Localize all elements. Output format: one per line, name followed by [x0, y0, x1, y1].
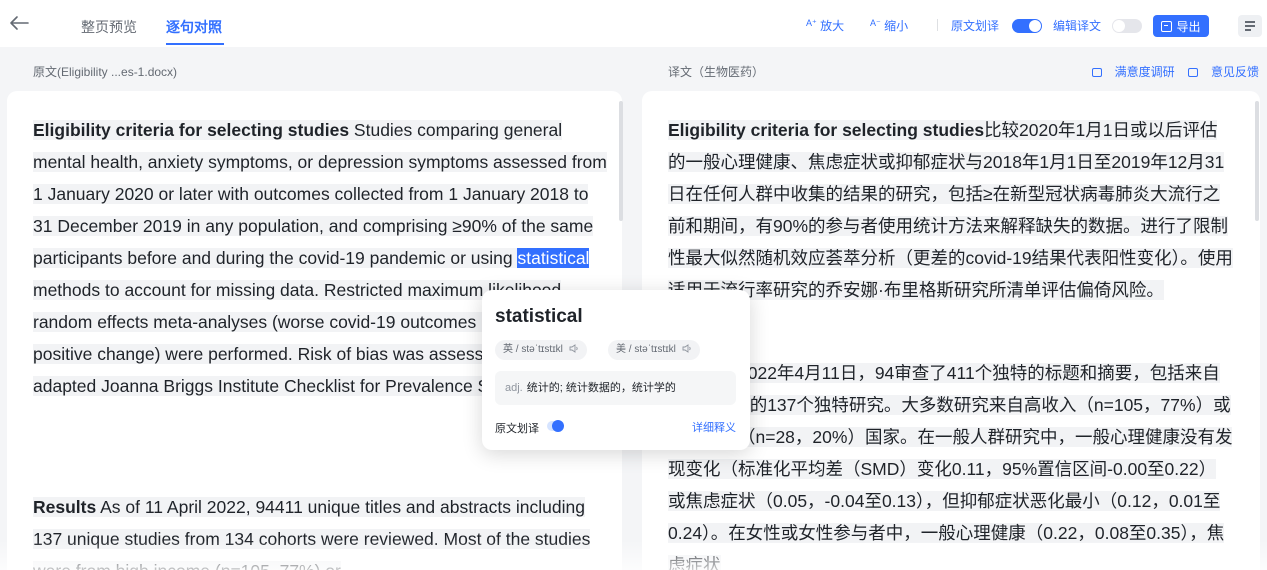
popup-lookup-toggle[interactable]: [547, 420, 564, 432]
source-file-name: 原文(Eligibility ...es-1.docx): [33, 65, 178, 79]
menu-icon[interactable]: [1238, 15, 1262, 37]
active-tab-indicator: [166, 43, 224, 45]
arrow-left-icon[interactable]: [8, 14, 30, 32]
toolbar-divider: [937, 19, 938, 31]
source-scrollbar[interactable]: [619, 101, 623, 221]
translation-scrollbar[interactable]: [1255, 101, 1259, 221]
zoom-out-icon: A⁻: [870, 18, 881, 28]
translation-paragraph: 结果截至2022年4月11日，94审查了411个独特的标题和摘要，包括来自134…: [668, 357, 1233, 570]
feedback-link[interactable]: 意见反馈: [1187, 65, 1259, 79]
tab-page-preview[interactable]: 整页预览: [81, 17, 137, 37]
survey-icon: [1091, 68, 1102, 77]
zoom-in-icon: A⁺: [806, 18, 817, 28]
bottom-fade: [0, 540, 1267, 570]
mail-icon: [1187, 68, 1198, 77]
top-toolbar: 整页预览 逐句对照 A⁺ 放大 A⁻ 缩小 原文划译 编辑译文 导出: [0, 0, 1267, 47]
translation-paragraph: Eligibility criteria for selecting studi…: [668, 114, 1233, 306]
translation-sentence[interactable]: Eligibility criteria for selecting studi…: [668, 120, 1233, 300]
dictionary-popup: statistical 英 / stəˈtɪstɪkl 美 / stəˈtɪst…: [482, 290, 750, 450]
export-icon: [1161, 20, 1173, 32]
zoom-out-button[interactable]: A⁻ 缩小: [870, 17, 908, 34]
definition-box: adj. 统计的; 统计数据的，统计学的: [495, 371, 736, 405]
popup-word: statistical: [495, 306, 583, 327]
translation-domain: 译文（生物医药）: [668, 65, 765, 79]
edit-translation-toggle[interactable]: [1112, 19, 1142, 33]
detail-definition-link[interactable]: 详细释义: [692, 419, 736, 435]
uk-pronunciation[interactable]: 英 / stəˈtɪstɪkl: [495, 340, 587, 360]
speaker-icon[interactable]: [682, 344, 692, 353]
popup-lookup-label: 原文划译: [495, 423, 539, 435]
zoom-in-button[interactable]: A⁺ 放大: [806, 17, 844, 34]
speaker-icon[interactable]: [569, 344, 579, 353]
original-lookup-toggle[interactable]: [1012, 19, 1042, 33]
translation-sentence[interactable]: 结果截至2022年4月11日，94审查了411个独特的标题和摘要，包括来自134…: [668, 363, 1233, 570]
original-lookup-label: 原文划译: [951, 19, 1000, 33]
selected-word[interactable]: statistical: [517, 248, 590, 268]
survey-link[interactable]: 满意度调研: [1091, 65, 1175, 79]
feedback-links: 满意度调研 意见反馈: [1082, 63, 1259, 80]
export-button[interactable]: 导出: [1153, 15, 1209, 37]
us-pronunciation[interactable]: 美 / stəˈtɪstɪkl: [608, 340, 700, 360]
tab-sentence-compare[interactable]: 逐句对照: [166, 17, 222, 37]
edit-translation-label: 编辑译文: [1053, 19, 1102, 33]
